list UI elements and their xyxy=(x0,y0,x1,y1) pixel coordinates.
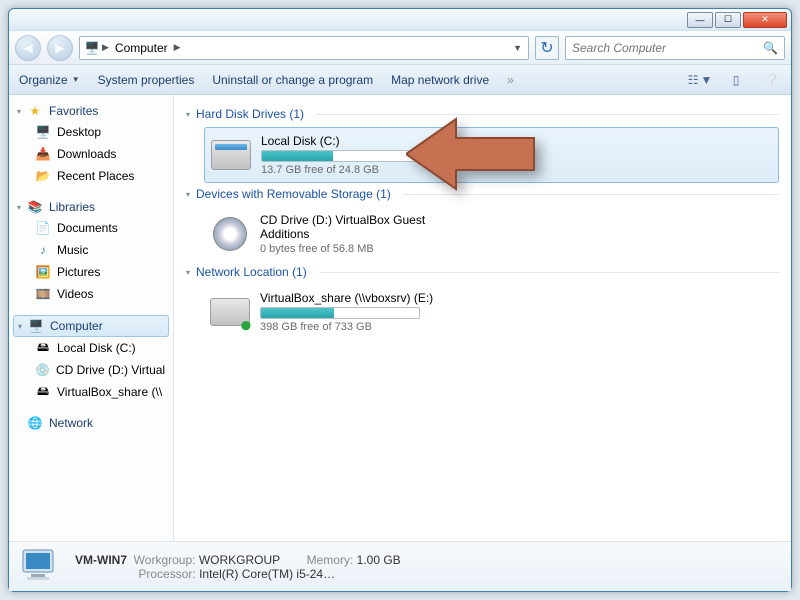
body-split: ▾ ★ Favorites 🖥️Desktop 📥Downloads 📂Rece… xyxy=(9,95,791,541)
libraries-icon: 📚 xyxy=(27,199,43,215)
drive-name: Local Disk (C:) xyxy=(261,134,441,148)
hdd-icon: 🖴 xyxy=(35,340,51,356)
sidebar-item-cd-drive[interactable]: 💿CD Drive (D:) Virtual xyxy=(13,359,169,381)
navbar: ◀ ▶ 🖥️ ▶ Computer ▶ ▼ ↻ 🔍 xyxy=(9,31,791,65)
drive-free: 13.7 GB free of 24.8 GB xyxy=(261,164,441,176)
titlebar: — ☐ ✕ xyxy=(9,9,791,31)
forward-button[interactable]: ▶ xyxy=(47,35,73,61)
organize-menu[interactable]: Organize▼ xyxy=(19,73,80,87)
sidebar-header-network[interactable]: ▸ 🌐 Network xyxy=(13,413,169,433)
chevron-down-icon: ▾ xyxy=(17,107,21,116)
recent-icon: 📂 xyxy=(35,168,51,184)
back-button[interactable]: ◀ xyxy=(15,35,41,61)
drive-free: 398 GB free of 733 GB xyxy=(260,321,440,333)
cd-icon xyxy=(210,216,250,252)
navigation-pane: ▾ ★ Favorites 🖥️Desktop 📥Downloads 📂Rece… xyxy=(9,95,174,541)
hdd-icon xyxy=(211,137,251,173)
system-properties-button[interactable]: System properties xyxy=(98,73,195,87)
chevron-down-icon: ▾ xyxy=(17,203,21,212)
sidebar-item-documents[interactable]: 📄Documents xyxy=(13,217,169,239)
content-pane: ▾ Hard Disk Drives (1) Local Disk (C:) 1… xyxy=(174,95,791,541)
preview-pane-button[interactable]: ▯ xyxy=(727,71,745,89)
drive-network-share[interactable]: VirtualBox_share (\\vboxsrv) (E:) 398 GB… xyxy=(204,285,779,339)
explorer-window: — ☐ ✕ ◀ ▶ 🖥️ ▶ Computer ▶ ▼ ↻ 🔍 Organize… xyxy=(8,8,792,592)
pictures-icon: 🖼️ xyxy=(35,264,51,280)
minimize-button[interactable]: — xyxy=(687,12,713,28)
help-button[interactable]: ❔ xyxy=(763,71,781,89)
network-drive-icon xyxy=(210,294,250,330)
drive-free: 0 bytes free of 56.8 MB xyxy=(260,243,440,255)
search-box[interactable]: 🔍 xyxy=(565,36,785,60)
view-options-button[interactable]: ☷▼ xyxy=(691,71,709,89)
star-icon: ★ xyxy=(27,103,43,119)
toolbar: Organize▼ System properties Uninstall or… xyxy=(9,65,791,95)
toolbar-overflow[interactable]: » xyxy=(507,73,514,87)
drive-name: CD Drive (D:) VirtualBox Guest Additions xyxy=(260,213,440,241)
computer-icon: 🖥️ xyxy=(28,318,44,334)
network-icon: 🌐 xyxy=(27,415,43,431)
sidebar-header-libraries[interactable]: ▾ 📚 Libraries xyxy=(13,197,169,217)
computer-name: VM-WIN7 xyxy=(75,553,127,567)
group-header-network[interactable]: ▾ Network Location (1) xyxy=(186,265,779,279)
refresh-icon: ↻ xyxy=(540,38,553,58)
network-drive-icon: 🖴 xyxy=(35,384,51,400)
chevron-down-icon: ▾ xyxy=(18,322,22,331)
sidebar-item-desktop[interactable]: 🖥️Desktop xyxy=(13,121,169,143)
computer-icon xyxy=(19,548,63,586)
address-bar[interactable]: 🖥️ ▶ Computer ▶ ▼ xyxy=(79,36,529,60)
search-input[interactable] xyxy=(572,41,757,55)
sidebar-item-music[interactable]: ♪Music xyxy=(13,239,169,261)
breadcrumb-computer[interactable]: Computer xyxy=(111,41,172,55)
sidebar-group-network: ▸ 🌐 Network xyxy=(13,413,169,433)
computer-icon: 🖥️ xyxy=(84,40,100,56)
sidebar-header-favorites[interactable]: ▾ ★ Favorites xyxy=(13,101,169,121)
cd-icon: 💿 xyxy=(35,362,50,378)
chevron-down-icon: ▾ xyxy=(186,268,190,277)
uninstall-program-button[interactable]: Uninstall or change a program xyxy=(212,73,373,87)
capacity-bar xyxy=(260,307,420,319)
refresh-button[interactable]: ↻ xyxy=(535,36,559,60)
map-network-drive-button[interactable]: Map network drive xyxy=(391,73,489,87)
chevron-right-icon: ▶ xyxy=(102,42,109,53)
chevron-down-icon: ▾ xyxy=(186,190,190,199)
sidebar-item-network-share[interactable]: 🖴VirtualBox_share (\\ xyxy=(13,381,169,403)
drive-name: VirtualBox_share (\\vboxsrv) (E:) xyxy=(260,291,440,305)
music-icon: ♪ xyxy=(35,242,51,258)
videos-icon: 🎞️ xyxy=(35,286,51,302)
chevron-right-icon: ▶ xyxy=(174,42,181,53)
status-text: VM-WIN7 Workgroup: WORKGROUP Memory: 1.0… xyxy=(75,553,401,581)
documents-icon: 📄 xyxy=(35,220,51,236)
search-icon: 🔍 xyxy=(763,41,778,55)
sidebar-group-favorites: ▾ ★ Favorites 🖥️Desktop 📥Downloads 📂Rece… xyxy=(13,101,169,187)
sidebar-item-downloads[interactable]: 📥Downloads xyxy=(13,143,169,165)
sidebar-header-computer[interactable]: ▾ 🖥️ Computer xyxy=(13,315,169,337)
sidebar-group-libraries: ▾ 📚 Libraries 📄Documents ♪Music 🖼️Pictur… xyxy=(13,197,169,305)
details-pane: VM-WIN7 Workgroup: WORKGROUP Memory: 1.0… xyxy=(9,541,791,591)
sidebar-group-computer: ▾ 🖥️ Computer 🖴Local Disk (C:) 💿CD Drive… xyxy=(13,315,169,403)
sidebar-item-recent[interactable]: 📂Recent Places xyxy=(13,165,169,187)
maximize-button[interactable]: ☐ xyxy=(715,12,741,28)
group-header-removable[interactable]: ▾ Devices with Removable Storage (1) xyxy=(186,187,779,201)
close-button[interactable]: ✕ xyxy=(743,12,787,28)
sidebar-item-pictures[interactable]: 🖼️Pictures xyxy=(13,261,169,283)
drive-local-disk[interactable]: Local Disk (C:) 13.7 GB free of 24.8 GB xyxy=(204,127,779,183)
downloads-icon: 📥 xyxy=(35,146,51,162)
chevron-down-icon: ▾ xyxy=(186,110,190,119)
group-header-hdd[interactable]: ▾ Hard Disk Drives (1) xyxy=(186,107,779,121)
sidebar-item-videos[interactable]: 🎞️Videos xyxy=(13,283,169,305)
sidebar-item-local-disk[interactable]: 🖴Local Disk (C:) xyxy=(13,337,169,359)
capacity-bar xyxy=(261,150,421,162)
chevron-down-icon[interactable]: ▼ xyxy=(513,43,522,53)
desktop-icon: 🖥️ xyxy=(35,124,51,140)
drive-cd[interactable]: CD Drive (D:) VirtualBox Guest Additions… xyxy=(204,207,779,261)
